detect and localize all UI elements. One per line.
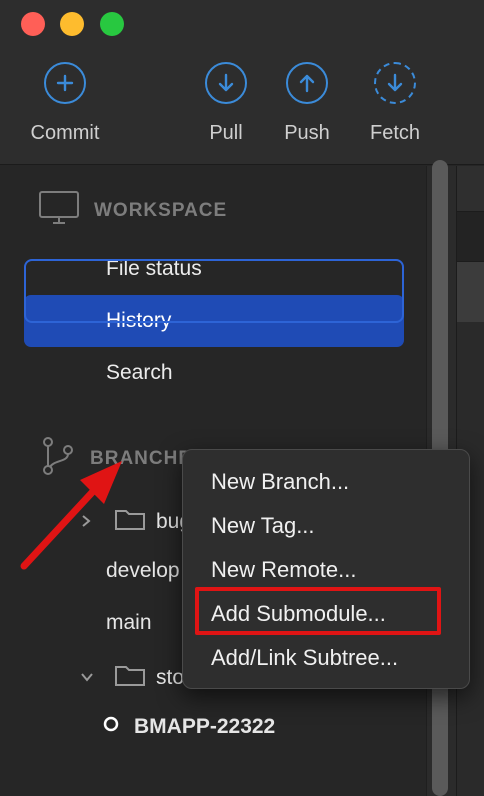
branches-section-header[interactable] (24, 259, 404, 323)
branch-item-develop[interactable]: develop (106, 559, 180, 583)
tree-item-label: main (106, 611, 152, 634)
commit-label: Commit (30, 122, 100, 144)
minimize-window-button[interactable] (60, 12, 84, 36)
fetch-icon (374, 62, 416, 104)
tree-item-label: BMAPP-22322 (134, 715, 276, 738)
menu-item-add-link-subtree[interactable]: Add/Link Subtree... (183, 638, 469, 678)
branches-heading-row: BRANCHES (40, 436, 206, 482)
menu-item-label: New Branch... (211, 469, 350, 494)
menu-item-label: New Remote... (211, 557, 357, 582)
branch-item-current[interactable]: BMAPP-22322 (102, 715, 275, 739)
menu-item-new-remote[interactable]: New Remote... (183, 550, 469, 590)
toolbar: Commit Pull Push Fetch (0, 0, 484, 165)
arrow-up-icon (286, 62, 328, 104)
maximize-window-button[interactable] (100, 12, 124, 36)
push-label: Push (284, 122, 330, 144)
pull-button[interactable]: Pull (181, 62, 271, 145)
fetch-label: Fetch (369, 122, 421, 144)
menu-item-new-tag[interactable]: New Tag... (183, 506, 469, 546)
folder-icon (114, 663, 156, 693)
current-branch-icon (102, 715, 120, 739)
fetch-button[interactable]: Fetch (350, 62, 440, 145)
monitor-icon (38, 190, 80, 232)
push-button[interactable]: Push (262, 62, 352, 145)
chevron-down-icon (80, 670, 96, 686)
annotation-highlight-box (195, 587, 441, 635)
folder-icon (114, 507, 156, 537)
context-menu: New Branch... New Tag... New Remote... A… (182, 449, 470, 689)
close-window-button[interactable] (21, 12, 45, 36)
workspace-heading: WORKSPACE (94, 200, 228, 221)
branch-icon (40, 436, 76, 482)
pull-label: Pull (209, 122, 243, 144)
sidebar-item-label: Search (106, 361, 173, 384)
main-pane-selected-row[interactable] (457, 262, 484, 322)
menu-item-new-branch[interactable]: New Branch... (183, 462, 469, 502)
plus-icon (44, 62, 86, 104)
arrow-down-icon (205, 62, 247, 104)
workspace-section-header[interactable]: WORKSPACE (38, 190, 227, 232)
sidebar-item-search[interactable]: Search (24, 347, 404, 399)
tree-item-label: develop (106, 559, 180, 582)
menu-item-label: Add/Link Subtree... (211, 645, 399, 670)
commit-button[interactable]: Commit (20, 62, 110, 145)
menu-item-label: New Tag... (211, 513, 315, 538)
chevron-right-icon (80, 514, 96, 531)
main-pane-header (457, 166, 484, 212)
branch-item-main[interactable]: main (106, 611, 152, 635)
main-pane-column-header (457, 212, 484, 262)
app-window: Commit Pull Push Fetch WORKSPACE File st… (0, 0, 484, 796)
